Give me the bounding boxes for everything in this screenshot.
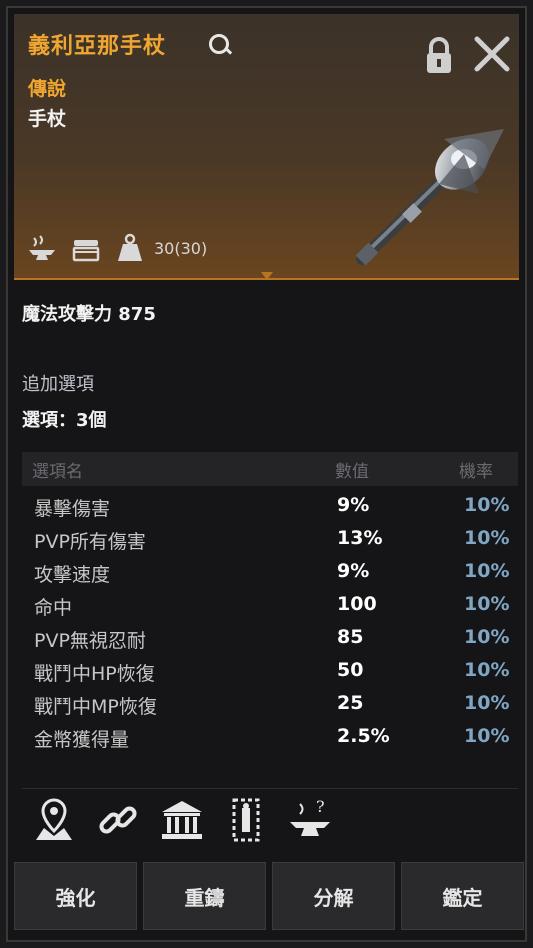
option-name: 戰鬥中MP恢復 <box>34 696 157 718</box>
table-row: 命中 100 10% <box>22 589 518 622</box>
table-row: 暴擊傷害 9% 10% <box>22 490 518 523</box>
table-row: 攻擊速度 9% 10% <box>22 556 518 589</box>
option-name: PVP無視忍耐 <box>34 630 146 652</box>
item-rarity: 傳說 <box>28 78 67 100</box>
item-name: 義利亞那手杖 <box>28 34 167 59</box>
column-header-name: 選項名 <box>32 461 83 482</box>
option-value: 100 <box>337 593 377 615</box>
scroll-icon[interactable] <box>222 796 270 844</box>
option-rate: 10% <box>464 659 510 681</box>
item-type: 手杖 <box>28 108 67 130</box>
option-name: 命中 <box>34 597 73 619</box>
anvil-icon[interactable] <box>26 232 58 264</box>
appraise-button[interactable]: 鑑定 <box>401 862 524 930</box>
option-rate: 10% <box>464 725 510 747</box>
option-name: 暴擊傷害 <box>34 498 111 520</box>
reforge-button[interactable]: 重鑄 <box>143 862 266 930</box>
option-count: 選項：3個 <box>22 410 107 431</box>
magic-attack-stat: 魔法攻擊力 875 <box>22 304 156 325</box>
divider-arrow <box>261 272 273 280</box>
extra-options-title: 追加選項 <box>22 374 94 395</box>
column-header-value: 數值 <box>335 461 369 482</box>
option-value: 9% <box>337 494 370 516</box>
enhance-button[interactable]: 強化 <box>14 862 137 930</box>
svg-text:?: ? <box>316 797 325 816</box>
table-row: 戰鬥中MP恢復 25 10% <box>22 688 518 721</box>
option-value: 2.5% <box>337 725 390 747</box>
magnify-icon[interactable] <box>209 34 229 54</box>
item-header: 義利亞那手杖 傳說 手杖 30(30) <box>14 14 519 280</box>
table-row: PVP無視忍耐 85 10% <box>22 622 518 655</box>
anvil-question-icon[interactable]: ? <box>286 796 334 844</box>
map-pin-icon[interactable] <box>30 796 78 844</box>
option-rate: 10% <box>464 593 510 615</box>
option-rate: 10% <box>464 560 510 582</box>
weight-icon <box>118 233 142 261</box>
header-icon-row: 30(30) <box>26 230 207 266</box>
link-icon[interactable] <box>94 796 142 844</box>
action-buttons: 強化 重鑄 分解 鑑定 <box>14 862 524 932</box>
option-rate: 10% <box>464 692 510 714</box>
staff-image <box>355 129 504 266</box>
option-value: 9% <box>337 560 370 582</box>
options-table: 暴擊傷害 9% 10% PVP所有傷害 13% 10% 攻擊速度 9% 10% … <box>22 490 518 754</box>
table-row: PVP所有傷害 13% 10% <box>22 523 518 556</box>
column-header-rate: 機率 <box>459 461 493 482</box>
chest-icon[interactable] <box>70 232 102 264</box>
bank-icon[interactable] <box>158 796 206 844</box>
option-value: 50 <box>337 659 364 681</box>
option-rate: 10% <box>464 626 510 648</box>
action-icon-bar: ? <box>22 788 518 851</box>
option-value: 13% <box>337 527 383 549</box>
option-name: 攻擊速度 <box>34 564 111 586</box>
decompose-button[interactable]: 分解 <box>272 862 395 930</box>
table-row: 戰鬥中HP恢復 50 10% <box>22 655 518 688</box>
table-row: 金幣獲得量 2.5% 10% <box>22 721 518 754</box>
weight-value: 30(30) <box>154 238 208 258</box>
option-name: PVP所有傷害 <box>34 531 146 553</box>
options-table-header: 選項名 數值 機率 <box>22 452 518 486</box>
option-rate: 10% <box>464 494 510 516</box>
option-value: 85 <box>337 626 364 648</box>
option-name: 戰鬥中HP恢復 <box>34 663 155 685</box>
option-rate: 10% <box>464 527 510 549</box>
lock-icon[interactable] <box>424 36 454 76</box>
close-icon[interactable] <box>472 34 512 74</box>
option-value: 25 <box>337 692 364 714</box>
option-name: 金幣獲得量 <box>34 729 130 751</box>
